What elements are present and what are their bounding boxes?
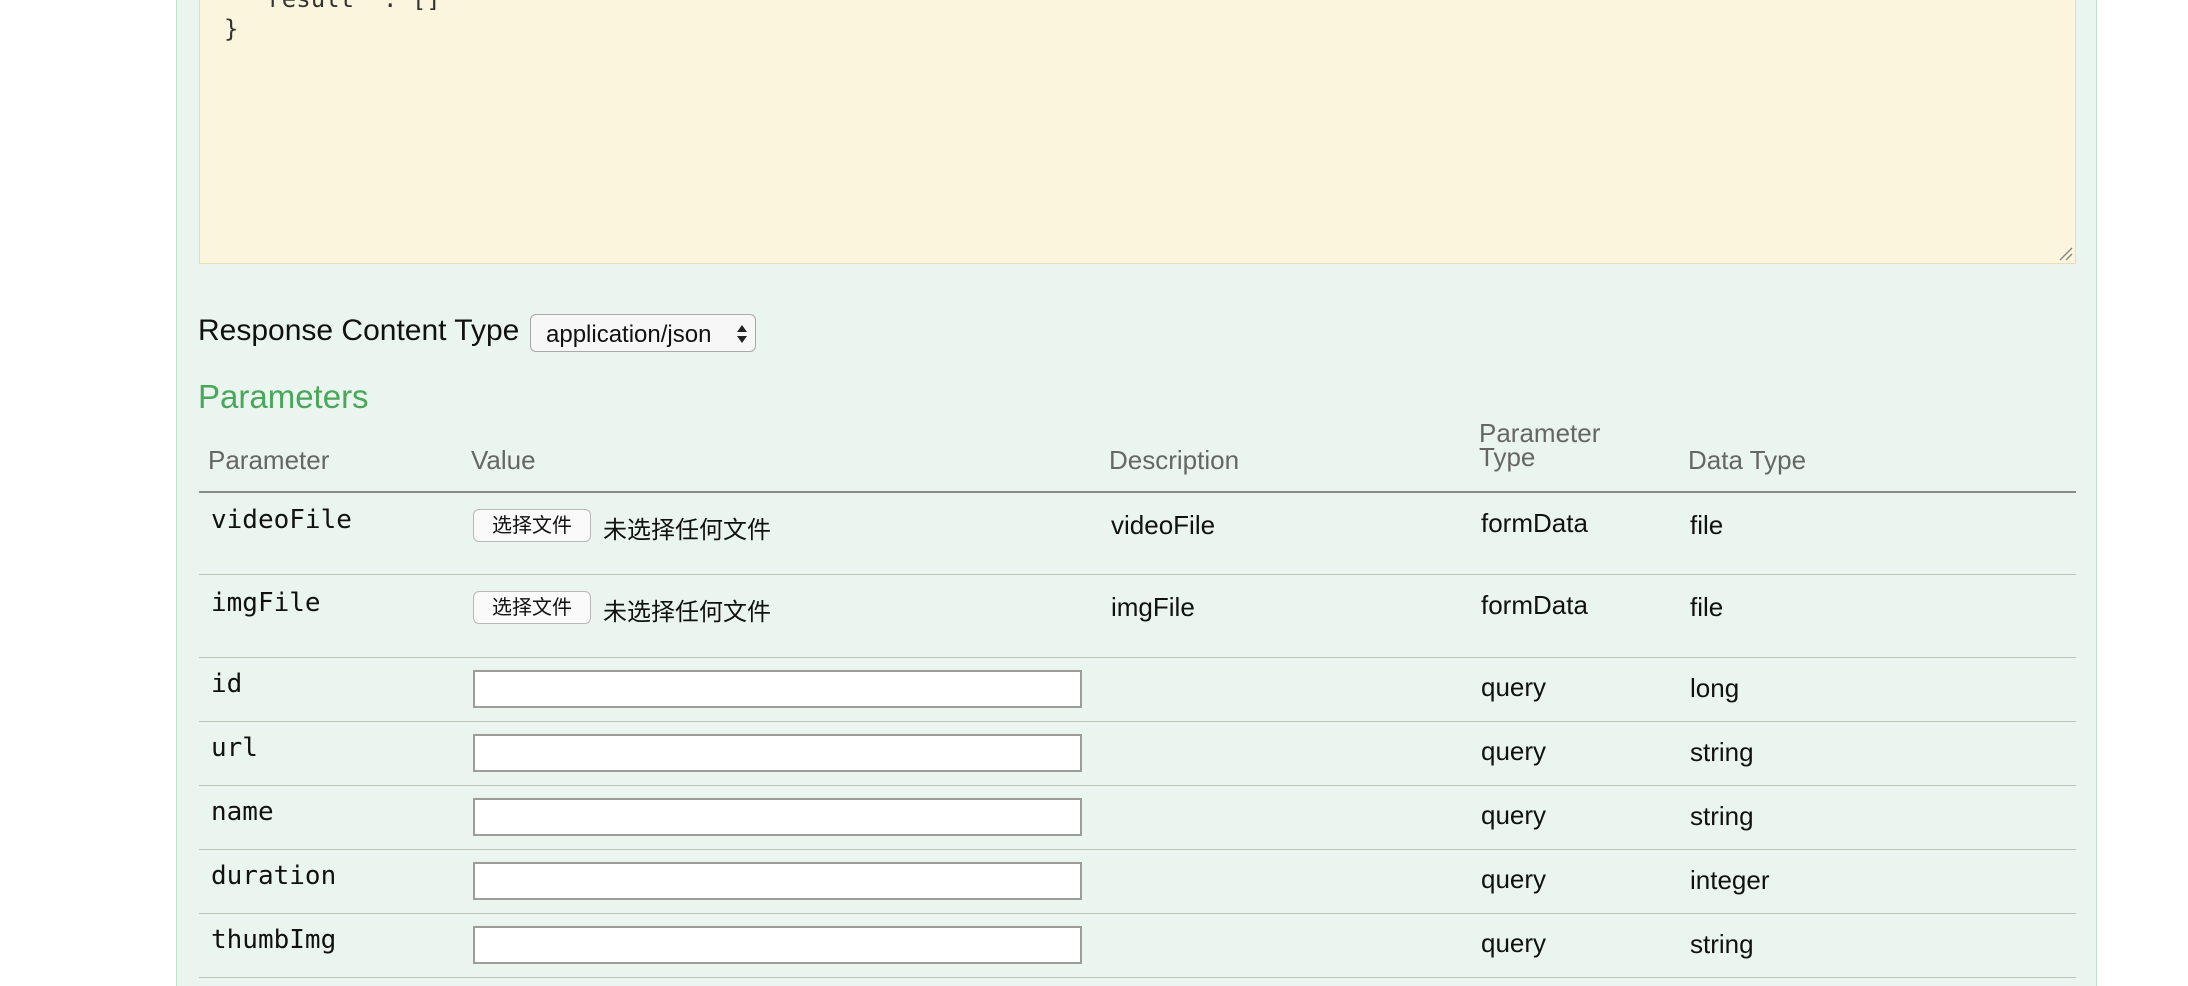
choose-file-button[interactable]: 选择文件 — [473, 509, 591, 542]
param-description: videoFile — [1111, 510, 1216, 540]
param-value-input[interactable] — [473, 734, 1082, 772]
file-status: 未选择任何文件 — [603, 516, 771, 544]
param-type: formData — [1481, 590, 1588, 620]
resize-grip-icon[interactable] — [2057, 245, 2073, 261]
table-row: url query string — [199, 722, 2076, 786]
header-value: Value — [471, 445, 536, 475]
param-data-type: integer — [1690, 865, 1770, 895]
response-content-type-value: application/json — [546, 321, 712, 348]
code-line: } — [224, 15, 239, 43]
table-row: thumbImg query string — [199, 914, 2076, 978]
response-code-text: "result" : [] } — [200, 0, 441, 44]
param-data-type: long — [1690, 673, 1740, 703]
param-data-type: string — [1690, 737, 1754, 767]
operation-panel: "result" : [] } Response Content Type ap… — [176, 0, 2097, 986]
param-name: videoFile — [211, 505, 352, 535]
select-arrows-icon — [737, 325, 747, 343]
header-data-type: Data Type — [1688, 445, 1807, 475]
param-name: duration — [211, 861, 337, 891]
table-row: name query string — [199, 786, 2076, 850]
table-row: videoFile 选择文件 未选择任何文件 videoFile formDat… — [199, 493, 2076, 575]
param-description: imgFile — [1111, 592, 1195, 622]
response-content-type-select[interactable]: application/json — [530, 314, 756, 352]
code-line: "result" : [] — [224, 0, 441, 13]
table-header: Parameter Value Description Parameter Ty… — [199, 420, 2076, 493]
header-description: Description — [1109, 445, 1240, 475]
header-parameter-type-line2: Type — [1479, 442, 1536, 472]
response-content-type-label: Response Content Type — [198, 314, 520, 347]
file-status: 未选择任何文件 — [603, 598, 771, 626]
table-row: id query long — [199, 658, 2076, 722]
param-value-input[interactable] — [473, 798, 1082, 836]
param-name: url — [211, 733, 258, 763]
choose-file-button[interactable]: 选择文件 — [473, 591, 591, 624]
table-row: imgFile 选择文件 未选择任何文件 imgFile formData fi… — [199, 575, 2076, 658]
header-parameter: Parameter — [208, 445, 330, 475]
param-value-input[interactable] — [473, 926, 1082, 964]
param-type: formData — [1481, 508, 1588, 538]
param-name: thumbImg — [211, 925, 337, 955]
param-data-type: string — [1690, 929, 1754, 959]
param-data-type: string — [1690, 801, 1754, 831]
param-type: query — [1481, 736, 1547, 766]
param-type: query — [1481, 800, 1547, 830]
response-code-textarea[interactable]: "result" : [] } — [199, 0, 2076, 264]
param-name: imgFile — [211, 588, 321, 618]
table-row: duration query integer — [199, 850, 2076, 914]
param-name: id — [211, 669, 243, 699]
header-parameter-type: Parameter Type — [1479, 420, 1600, 472]
param-value-input[interactable] — [473, 670, 1082, 708]
param-type: query — [1481, 672, 1547, 702]
param-type: query — [1481, 864, 1547, 894]
param-data-type: file — [1690, 510, 1724, 540]
parameters-heading: Parameters — [198, 378, 369, 415]
param-name: name — [211, 797, 274, 827]
param-data-type: file — [1690, 592, 1724, 622]
param-value-input[interactable] — [473, 862, 1082, 900]
param-type: query — [1481, 928, 1547, 958]
